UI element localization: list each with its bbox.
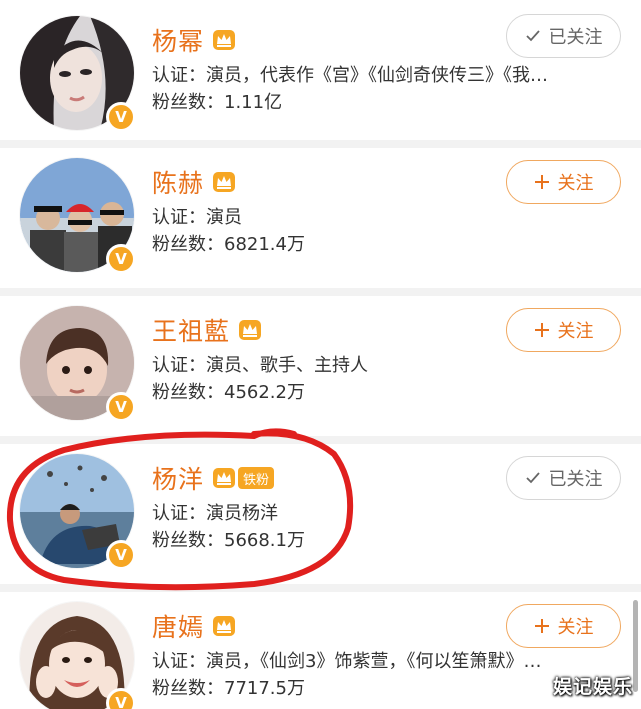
crown-icon bbox=[212, 29, 236, 51]
verify-line: 认证：演员 bbox=[152, 207, 242, 228]
avatar-container[interactable]: V bbox=[20, 602, 136, 709]
plus-icon bbox=[534, 174, 550, 190]
fans-line: 粉丝数：6821.4万 bbox=[152, 234, 305, 255]
follow-button[interactable]: 关注 bbox=[506, 308, 621, 352]
verified-badge-icon: V bbox=[106, 540, 136, 570]
list-item[interactable]: V 杨洋 铁粉 认证：演员杨洋 粉丝数：5668.1万 已关注 bbox=[0, 444, 641, 592]
follow-button[interactable]: 关注 bbox=[506, 160, 621, 204]
divider bbox=[0, 436, 641, 444]
divider bbox=[0, 288, 641, 296]
plus-icon bbox=[534, 322, 550, 338]
verify-line: 认证：演员杨洋 bbox=[152, 503, 278, 524]
user-info: 唐嫣 认证：演员，《仙剑3》饰紫萱，《何以笙箫默》… 粉丝数：7717.5万 bbox=[152, 608, 541, 701]
plus-icon bbox=[534, 618, 550, 634]
list-item[interactable]: V 杨幂 认证：演员，代表作《宫》《仙剑奇侠传三》《我… 粉丝数：1.11亿 已… bbox=[0, 0, 641, 140]
list-item[interactable]: V 陈赫 认证：演员 粉丝数：6821.4万 关注 bbox=[0, 148, 641, 296]
verify-line: 认证：演员，代表作《宫》《仙剑奇侠传三》《我… bbox=[152, 65, 548, 86]
crown-icon bbox=[212, 171, 236, 193]
crown-icon bbox=[212, 467, 236, 489]
verified-badge-icon: V bbox=[106, 688, 136, 709]
following-button[interactable]: 已关注 bbox=[506, 456, 621, 500]
fans-line: 粉丝数：4562.2万 bbox=[152, 382, 305, 403]
user-name[interactable]: 杨洋 bbox=[152, 460, 204, 496]
user-info: 杨幂 认证：演员，代表作《宫》《仙剑奇侠传三》《我… 粉丝数：1.11亿 bbox=[152, 22, 548, 115]
following-list: V 杨幂 认证：演员，代表作《宫》《仙剑奇侠传三》《我… 粉丝数：1.11亿 已… bbox=[0, 0, 641, 709]
fans-line: 粉丝数：7717.5万 bbox=[152, 678, 305, 699]
verified-badge-icon: V bbox=[106, 102, 136, 132]
list-item[interactable]: V 唐嫣 认证：演员，《仙剑3》饰紫萱，《何以笙箫默》… 粉丝数：7717.5万… bbox=[0, 592, 641, 709]
check-icon bbox=[525, 471, 541, 485]
iron-fan-badge: 铁粉 bbox=[238, 467, 275, 489]
divider bbox=[0, 584, 641, 592]
fans-line: 粉丝数：5668.1万 bbox=[152, 530, 305, 551]
list-item[interactable]: V 王祖藍 认证：演员、歌手、主持人 粉丝数：4562.2万 关注 bbox=[0, 296, 641, 444]
avatar-container[interactable]: V bbox=[20, 454, 136, 570]
user-name[interactable]: 杨幂 bbox=[152, 22, 204, 58]
user-name[interactable]: 唐嫣 bbox=[152, 608, 204, 644]
user-name[interactable]: 王祖藍 bbox=[152, 312, 230, 348]
verified-badge-icon: V bbox=[106, 244, 136, 274]
crown-icon bbox=[212, 615, 236, 637]
check-icon bbox=[525, 29, 541, 43]
follow-button[interactable]: 关注 bbox=[506, 604, 621, 648]
verify-line: 认证：演员、歌手、主持人 bbox=[152, 355, 368, 376]
avatar-container[interactable]: V bbox=[20, 306, 136, 422]
crown-icon bbox=[238, 319, 262, 341]
scrollbar[interactable] bbox=[633, 600, 638, 692]
user-name[interactable]: 陈赫 bbox=[152, 164, 204, 200]
fans-line: 粉丝数：1.11亿 bbox=[152, 92, 283, 113]
user-info: 陈赫 认证：演员 粉丝数：6821.4万 bbox=[152, 164, 492, 257]
watermark: 娱记娱乐 bbox=[552, 676, 633, 698]
divider bbox=[0, 140, 641, 148]
verified-badge-icon: V bbox=[106, 392, 136, 422]
following-button[interactable]: 已关注 bbox=[506, 14, 621, 58]
avatar-container[interactable]: V bbox=[20, 16, 136, 132]
avatar-container[interactable]: V bbox=[20, 158, 136, 274]
verify-line: 认证：演员，《仙剑3》饰紫萱，《何以笙箫默》… bbox=[152, 651, 542, 672]
user-info: 王祖藍 认证：演员、歌手、主持人 粉丝数：4562.2万 bbox=[152, 312, 492, 405]
user-info: 杨洋 铁粉 认证：演员杨洋 粉丝数：5668.1万 bbox=[152, 460, 492, 553]
